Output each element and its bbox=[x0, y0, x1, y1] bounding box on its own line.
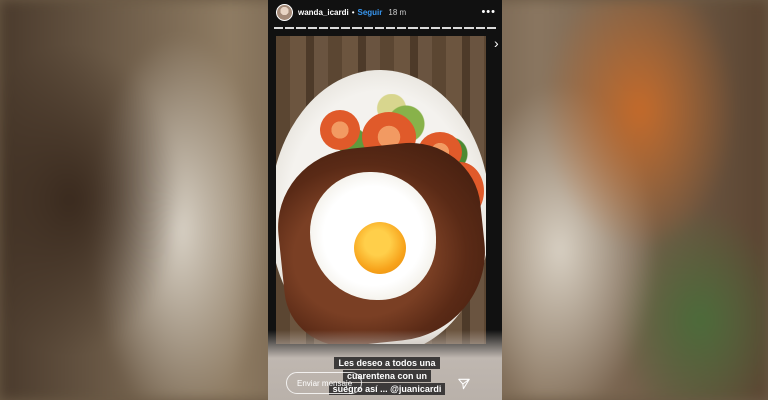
story-header: wanda_icardi • Seguir 18 m ••• bbox=[276, 3, 496, 21]
progress-segment bbox=[285, 27, 295, 29]
progress-segment bbox=[430, 27, 441, 29]
story-viewer[interactable]: wanda_icardi • Seguir 18 m ••• Les deseo… bbox=[268, 0, 502, 400]
username[interactable]: wanda_icardi bbox=[298, 8, 349, 17]
progress-segment bbox=[453, 27, 463, 29]
progress-segment bbox=[486, 27, 497, 29]
progress-segment bbox=[419, 27, 429, 29]
caption-line: Les deseo a todos una bbox=[334, 357, 440, 369]
progress-segment bbox=[352, 27, 362, 29]
story-progress-bar bbox=[274, 27, 497, 29]
progress-segment bbox=[475, 27, 485, 29]
progress-segment bbox=[397, 27, 407, 29]
progress-segment bbox=[374, 27, 385, 29]
chevron-right-icon[interactable]: › bbox=[494, 36, 504, 50]
progress-segment bbox=[318, 27, 329, 29]
progress-segment bbox=[363, 27, 373, 29]
follow-button[interactable]: Seguir bbox=[358, 8, 383, 17]
progress-segment bbox=[341, 27, 351, 29]
more-options-icon[interactable]: ••• bbox=[481, 6, 496, 18]
reply-input[interactable]: Enviar mensaje bbox=[286, 372, 362, 394]
tomato-slice bbox=[320, 110, 360, 150]
progress-segment bbox=[464, 27, 474, 29]
progress-segment bbox=[296, 27, 306, 29]
progress-segment bbox=[307, 27, 317, 29]
timestamp: 18 m bbox=[388, 7, 407, 17]
send-icon[interactable] bbox=[457, 377, 471, 391]
progress-segment bbox=[442, 27, 452, 29]
fried-egg-yolk bbox=[354, 222, 406, 274]
story-photo bbox=[276, 36, 486, 344]
separator-dot: • bbox=[351, 7, 355, 17]
avatar[interactable] bbox=[276, 3, 293, 21]
progress-segment bbox=[386, 27, 396, 29]
progress-segment bbox=[274, 27, 284, 29]
progress-segment bbox=[330, 27, 340, 29]
progress-segment bbox=[408, 27, 418, 29]
